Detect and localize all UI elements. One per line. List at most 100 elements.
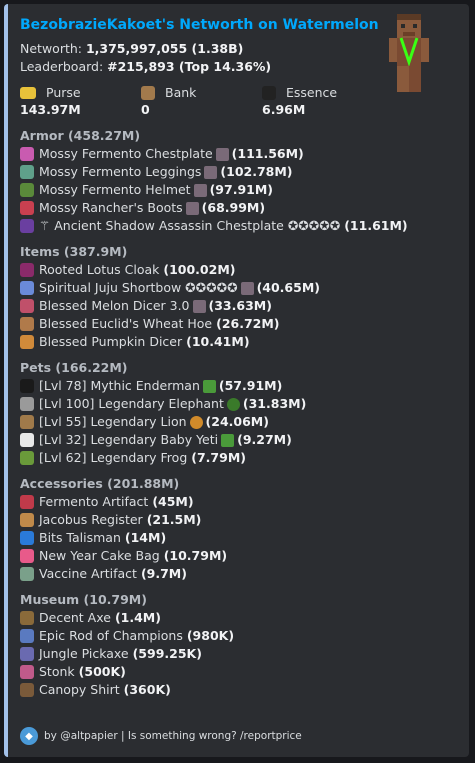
embed-title[interactable]: BezobrazieKakoet's Networth on Watermelo… [20,16,460,34]
footer-text: by @altpapier | Is something wrong? /rep… [44,730,302,742]
pet-item: [Lvl 100] Legendary Elephant (31.83M) [20,395,460,413]
purse-value: 143.97M [20,102,81,117]
accessory-item: New Year Cake Bag (10.79M) [20,547,460,565]
pickaxe-icon [20,647,34,661]
stat-bank: Bank 0 [141,84,262,119]
item-value: (45M) [152,494,194,509]
museum-section-header: Museum (10.79M) [20,592,147,607]
leaderboard-value: #215,893 (Top 14.36%) [107,59,272,74]
item-value: (1.4M) [114,610,161,625]
item-value: (33.63M) [208,298,272,313]
recomb-icon: ⚚ [39,218,51,233]
item-value: (14M) [124,530,167,545]
leaderboard-line: Leaderboard: #215,893 (Top 14.36%) [20,58,460,76]
inventory-item: Rooted Lotus Cloak (100.02M) [20,261,460,279]
bank-label: Bank [165,85,197,100]
networth-line: Networth: 1,375,997,055 (1.38B) [20,40,460,58]
museum-item: Stonk (500K) [20,663,460,681]
item-name: Blessed Pumpkin Dicer [39,334,183,349]
melon-dicer-icon [20,299,34,313]
lion-icon [20,415,34,429]
stat-essence: Essence 6.96M [262,84,383,119]
bank-chest-icon [141,85,155,100]
purse-label: Purse [46,85,81,100]
armor-item: Mossy Fermento Chestplate (111.56M) [20,145,460,163]
item-value: (24.06M) [205,414,269,429]
hoe-icon [20,317,34,331]
item-value: (26.72M) [216,316,280,331]
pet-item: [Lvl 55] Legendary Lion (24.06M) [20,413,460,431]
stat-purse: Purse 143.97M [20,84,141,119]
networth-embed: BezobrazieKakoet's Networth on Watermelo… [4,4,469,757]
helmet-icon [20,183,34,197]
museum-item: Epic Rod of Champions (980K) [20,627,460,645]
armor-item: Mossy Fermento Helmet (97.91M) [20,181,460,199]
baby-yeti-icon [20,433,34,447]
fishing-rod-icon [20,629,34,643]
pet-item: [Lvl 78] Mythic Enderman (57.91M) [20,377,460,395]
pet-item-icon [202,379,216,393]
item-value: (599.25K) [132,646,202,661]
shirt-icon [20,683,34,697]
item-value: (111.56M) [231,146,304,161]
item-name: New Year Cake Bag [39,548,160,563]
chestplate-icon [20,147,34,161]
pet-item-icon [189,415,203,429]
item-value: (7.79M) [191,450,246,465]
inventory-item: Blessed Pumpkin Dicer (10.41M) [20,333,460,351]
item-value: (500K) [78,664,126,679]
item-name: Ancient Shadow Assassin Chestplate ✪✪✪✪✪ [54,218,341,233]
inventory-item: Blessed Melon Dicer 3.0 (33.63M) [20,297,460,315]
item-name: [Lvl 78] Mythic Enderman [39,378,200,393]
item-value: (68.99M) [201,200,266,215]
item-name: Blessed Euclid's Wheat Hoe [39,316,213,331]
item-value: (102.78M) [220,164,293,179]
essence-label: Essence [286,85,338,100]
item-value: (9.7M) [140,566,187,581]
inventory-item: Blessed Euclid's Wheat Hoe (26.72M) [20,315,460,333]
bank-value: 0 [141,102,150,117]
enrichment-icon [192,299,206,313]
bits-talisman-icon [20,531,34,545]
leggings-icon [20,165,34,179]
item-name: Fermento Artifact [39,494,149,509]
armor-item: Mossy Rancher's Boots (68.99M) [20,199,460,217]
accessories-section-header: Accessories (201.88M) [20,476,180,491]
item-value: (31.83M) [242,396,307,411]
embed-footer: ◆ by @altpapier | Is something wrong? /r… [20,727,302,745]
inventory-item: Spiritual Juju Shortbow ✪✪✪✪✪ (40.65M) [20,279,460,297]
item-name: Spiritual Juju Shortbow ✪✪✪✪✪ [39,280,238,295]
fermento-artifact-icon [20,495,34,509]
cloak-icon [20,263,34,277]
enrichment-icon [204,165,218,179]
item-name: Rooted Lotus Cloak [39,262,160,277]
item-value: (10.79M) [163,548,228,563]
stats-row: Purse 143.97M Bank 0 Essence 6.96M [20,84,460,119]
wither-skull-icon [262,85,276,100]
item-name: Vaccine Artifact [39,566,137,581]
museum-item: Decent Axe (1.4M) [20,609,460,627]
museum-item: Jungle Pickaxe (599.25K) [20,645,460,663]
enderman-icon [20,379,34,393]
footer-diamond-icon: ◆ [20,727,38,745]
item-value: (9.27M) [237,432,292,447]
item-name: [Lvl 100] Legendary Elephant [39,396,224,411]
pet-item-icon [221,433,235,447]
leaderboard-label: Leaderboard: [20,59,108,74]
item-name: Mossy Rancher's Boots [39,200,183,215]
accessory-item: Jacobus Register (21.5M) [20,511,460,529]
armor-section-header: Armor (458.27M) [20,128,141,143]
essence-value: 6.96M [262,102,306,117]
boots-icon [20,201,34,215]
museum-item: Canopy Shirt (360K) [20,681,460,699]
elephant-icon [20,397,34,411]
item-name: Mossy Fermento Chestplate [39,146,213,161]
item-value: (10.41M) [186,334,250,349]
frog-icon [20,451,34,465]
enrichment-icon [240,281,254,295]
jacobus-register-icon [20,513,34,527]
accessory-item: Vaccine Artifact (9.7M) [20,565,460,583]
pets-section-header: Pets (166.22M) [20,360,128,375]
vaccine-artifact-icon [20,567,34,581]
enrichment-icon [185,201,199,215]
